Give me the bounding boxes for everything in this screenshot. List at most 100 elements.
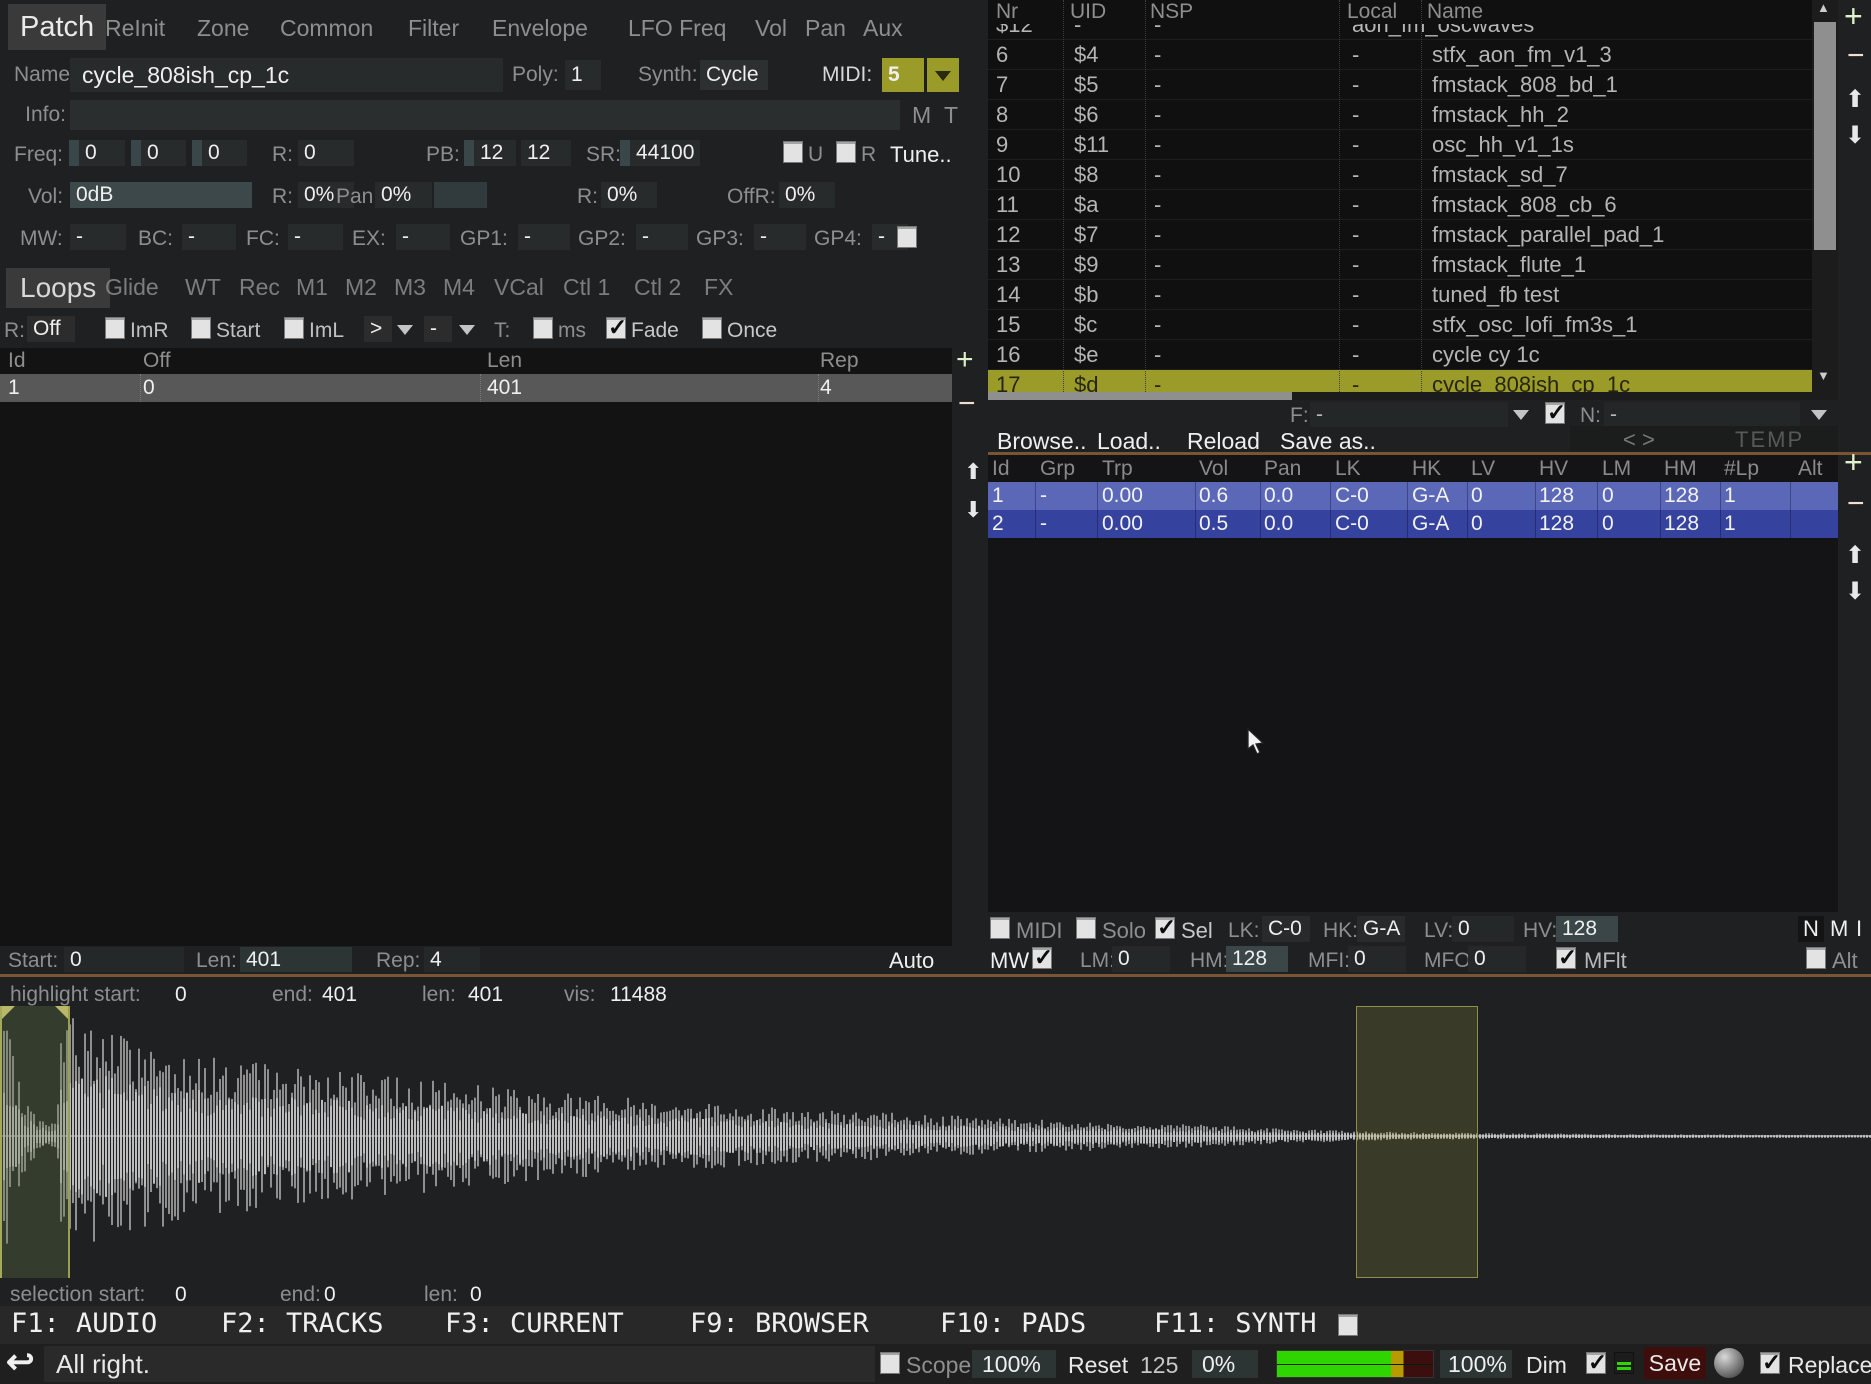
- list-scrollbar-thumb[interactable]: [1814, 22, 1836, 250]
- list-item[interactable]: 14$b--tuned_fb test: [988, 280, 1812, 310]
- zone-row[interactable]: 2-0.000.50.0C-0G-A012801281: [988, 510, 1838, 538]
- zone-remove-button[interactable]: −: [1847, 492, 1865, 516]
- reset-button[interactable]: Reset: [1068, 1349, 1128, 1381]
- list-item[interactable]: $12--aon_fm_oscwaves: [988, 24, 1812, 40]
- menu-item-pan[interactable]: Pan: [805, 8, 846, 48]
- tab-fx[interactable]: FX: [704, 268, 733, 306]
- temp-slot[interactable]: < > TEMP: [1570, 426, 1838, 454]
- record-sphere-icon[interactable]: [1714, 1348, 1744, 1378]
- list-item[interactable]: 10$8--fmstack_sd_7: [988, 160, 1812, 190]
- zone-down-icon[interactable]: ⬇: [964, 498, 982, 522]
- filter-dropdown-icon[interactable]: [1513, 410, 1529, 420]
- loop-row-selected[interactable]: 1 0 401 4: [0, 374, 952, 402]
- patch-move-down-icon[interactable]: ⬇: [1845, 124, 1865, 148]
- zone-row-selected[interactable]: 1-0.000.60.0C-0G-A012801281: [988, 482, 1838, 510]
- load-button[interactable]: Load..: [1097, 428, 1161, 454]
- mfo-input[interactable]: 0: [1468, 946, 1526, 972]
- menu-item-common[interactable]: Common: [280, 8, 373, 48]
- zone-midi-checkbox[interactable]: [990, 917, 1010, 939]
- loop-release-mode[interactable]: Off: [27, 316, 75, 342]
- list-item[interactable]: 8$6--fmstack_hh_2: [988, 100, 1812, 130]
- imr-checkbox[interactable]: [105, 317, 125, 339]
- zone-lv-input[interactable]: 0: [1452, 916, 1514, 942]
- controller-input-gp1[interactable]: -: [518, 224, 570, 250]
- fkey-pads[interactable]: F10: PADS: [940, 1306, 1086, 1342]
- n-mode-flag[interactable]: N: [1798, 916, 1824, 942]
- auto-button[interactable]: Auto: [889, 948, 934, 974]
- rep-field-input[interactable]: 4: [424, 947, 480, 972]
- controller-input-fc[interactable]: -: [288, 224, 343, 250]
- t-flag[interactable]: T: [944, 102, 958, 128]
- vol-input[interactable]: 0dB: [70, 182, 252, 208]
- loop-region-highlight[interactable]: [0, 1006, 70, 1278]
- poly-input[interactable]: 1: [565, 60, 601, 90]
- pb-up-input[interactable]: 12: [521, 140, 571, 166]
- loop-region-left-handle[interactable]: [2, 1006, 15, 1019]
- patch-move-up-icon[interactable]: ⬆: [1845, 88, 1865, 112]
- pan-input[interactable]: 0%: [375, 182, 432, 208]
- loop-region-right-handle[interactable]: [55, 1006, 68, 1019]
- fkey-audio[interactable]: F1: AUDIO: [11, 1306, 157, 1342]
- freq3-input[interactable]: 0: [192, 140, 247, 166]
- menu-item-envelope[interactable]: Envelope: [492, 8, 588, 48]
- mw-checkbox[interactable]: [1032, 947, 1052, 969]
- zone-add-button[interactable]: +: [1844, 450, 1863, 474]
- menu-item-zone[interactable]: Zone: [197, 8, 249, 48]
- m-flag[interactable]: M: [912, 102, 931, 128]
- fkey-browser[interactable]: F9: BROWSER: [690, 1306, 869, 1342]
- patch-add-button[interactable]: +: [1844, 4, 1863, 28]
- tune-button[interactable]: Tune..: [890, 142, 952, 168]
- zone-hv-input[interactable]: 128: [1556, 916, 1618, 942]
- browse-button[interactable]: Browse..: [997, 428, 1086, 454]
- sr-input[interactable]: 44100: [620, 140, 700, 166]
- alt-checkbox[interactable]: [1806, 947, 1826, 969]
- menu-item-vol[interactable]: Vol: [755, 8, 787, 48]
- midi-dropdown-button[interactable]: [927, 58, 959, 92]
- menu-item-aux[interactable]: Aux: [863, 8, 903, 48]
- offr-input[interactable]: 0%: [779, 182, 835, 208]
- zone-sel-checkbox[interactable]: [1155, 917, 1175, 939]
- menu-item-filter[interactable]: Filter: [408, 8, 459, 48]
- r-checkbox[interactable]: [836, 141, 856, 163]
- list-item[interactable]: 6$4--stfx_aon_fm_v1_3: [988, 40, 1812, 70]
- controller-input-bc[interactable]: -: [182, 224, 236, 250]
- n-dropdown[interactable]: -: [1604, 402, 1800, 427]
- pan-r-input[interactable]: 0%: [601, 182, 657, 208]
- list-scrollbar[interactable]: ▲ ▼: [1812, 0, 1838, 392]
- zone-move-up-icon[interactable]: ⬆: [1845, 544, 1865, 568]
- play-region-highlight[interactable]: [1356, 1006, 1478, 1278]
- tab-m4[interactable]: M4: [443, 268, 475, 306]
- start-field-input[interactable]: 0: [64, 947, 184, 972]
- pb-down-input[interactable]: 12: [464, 140, 516, 166]
- n-dropdown-icon[interactable]: [1811, 410, 1827, 420]
- loop-direction-dropdown-icon[interactable]: [397, 325, 413, 335]
- start-checkbox[interactable]: [191, 317, 211, 339]
- tab-rec[interactable]: Rec: [239, 268, 280, 306]
- m-mode-flag[interactable]: M: [1830, 916, 1848, 942]
- list-item[interactable]: 13$9--fmstack_flute_1: [988, 250, 1812, 280]
- waveform-display[interactable]: [0, 1006, 1871, 1280]
- len-field-input[interactable]: 401: [240, 947, 352, 972]
- tab-vcal[interactable]: VCal: [494, 268, 544, 306]
- fkey-synth[interactable]: F11: SYNTH: [1154, 1306, 1317, 1342]
- zone-solo-checkbox[interactable]: [1076, 917, 1096, 939]
- dim-label[interactable]: Dim: [1526, 1349, 1567, 1381]
- scroll-down-icon[interactable]: ▼: [1817, 368, 1830, 383]
- list-hscrollbar[interactable]: [988, 392, 1838, 400]
- tab-ctl-1[interactable]: Ctl 1: [563, 268, 610, 306]
- fade-checkbox[interactable]: [606, 317, 626, 339]
- tab-wt[interactable]: WT: [185, 268, 221, 306]
- once-checkbox[interactable]: [702, 317, 722, 339]
- controller-input-ex[interactable]: -: [396, 224, 450, 250]
- level-right-box[interactable]: 100%: [1440, 1350, 1512, 1378]
- menu-item-reinit[interactable]: ReInit: [105, 8, 165, 48]
- list-hscrollbar-thumb[interactable]: [988, 392, 1292, 400]
- list-item[interactable]: 7$5--fmstack_808_bd_1: [988, 70, 1812, 100]
- name-filter-checkbox[interactable]: [1545, 402, 1565, 424]
- list-item[interactable]: 9$11--osc_hh_v1_1s: [988, 130, 1812, 160]
- dim-checkbox[interactable]: [1586, 1352, 1606, 1374]
- scope-checkbox[interactable]: [880, 1352, 900, 1374]
- zone-up-icon[interactable]: ⬆: [964, 460, 982, 484]
- loop-add-button[interactable]: +: [956, 348, 974, 372]
- reload-button[interactable]: Reload: [1187, 428, 1260, 454]
